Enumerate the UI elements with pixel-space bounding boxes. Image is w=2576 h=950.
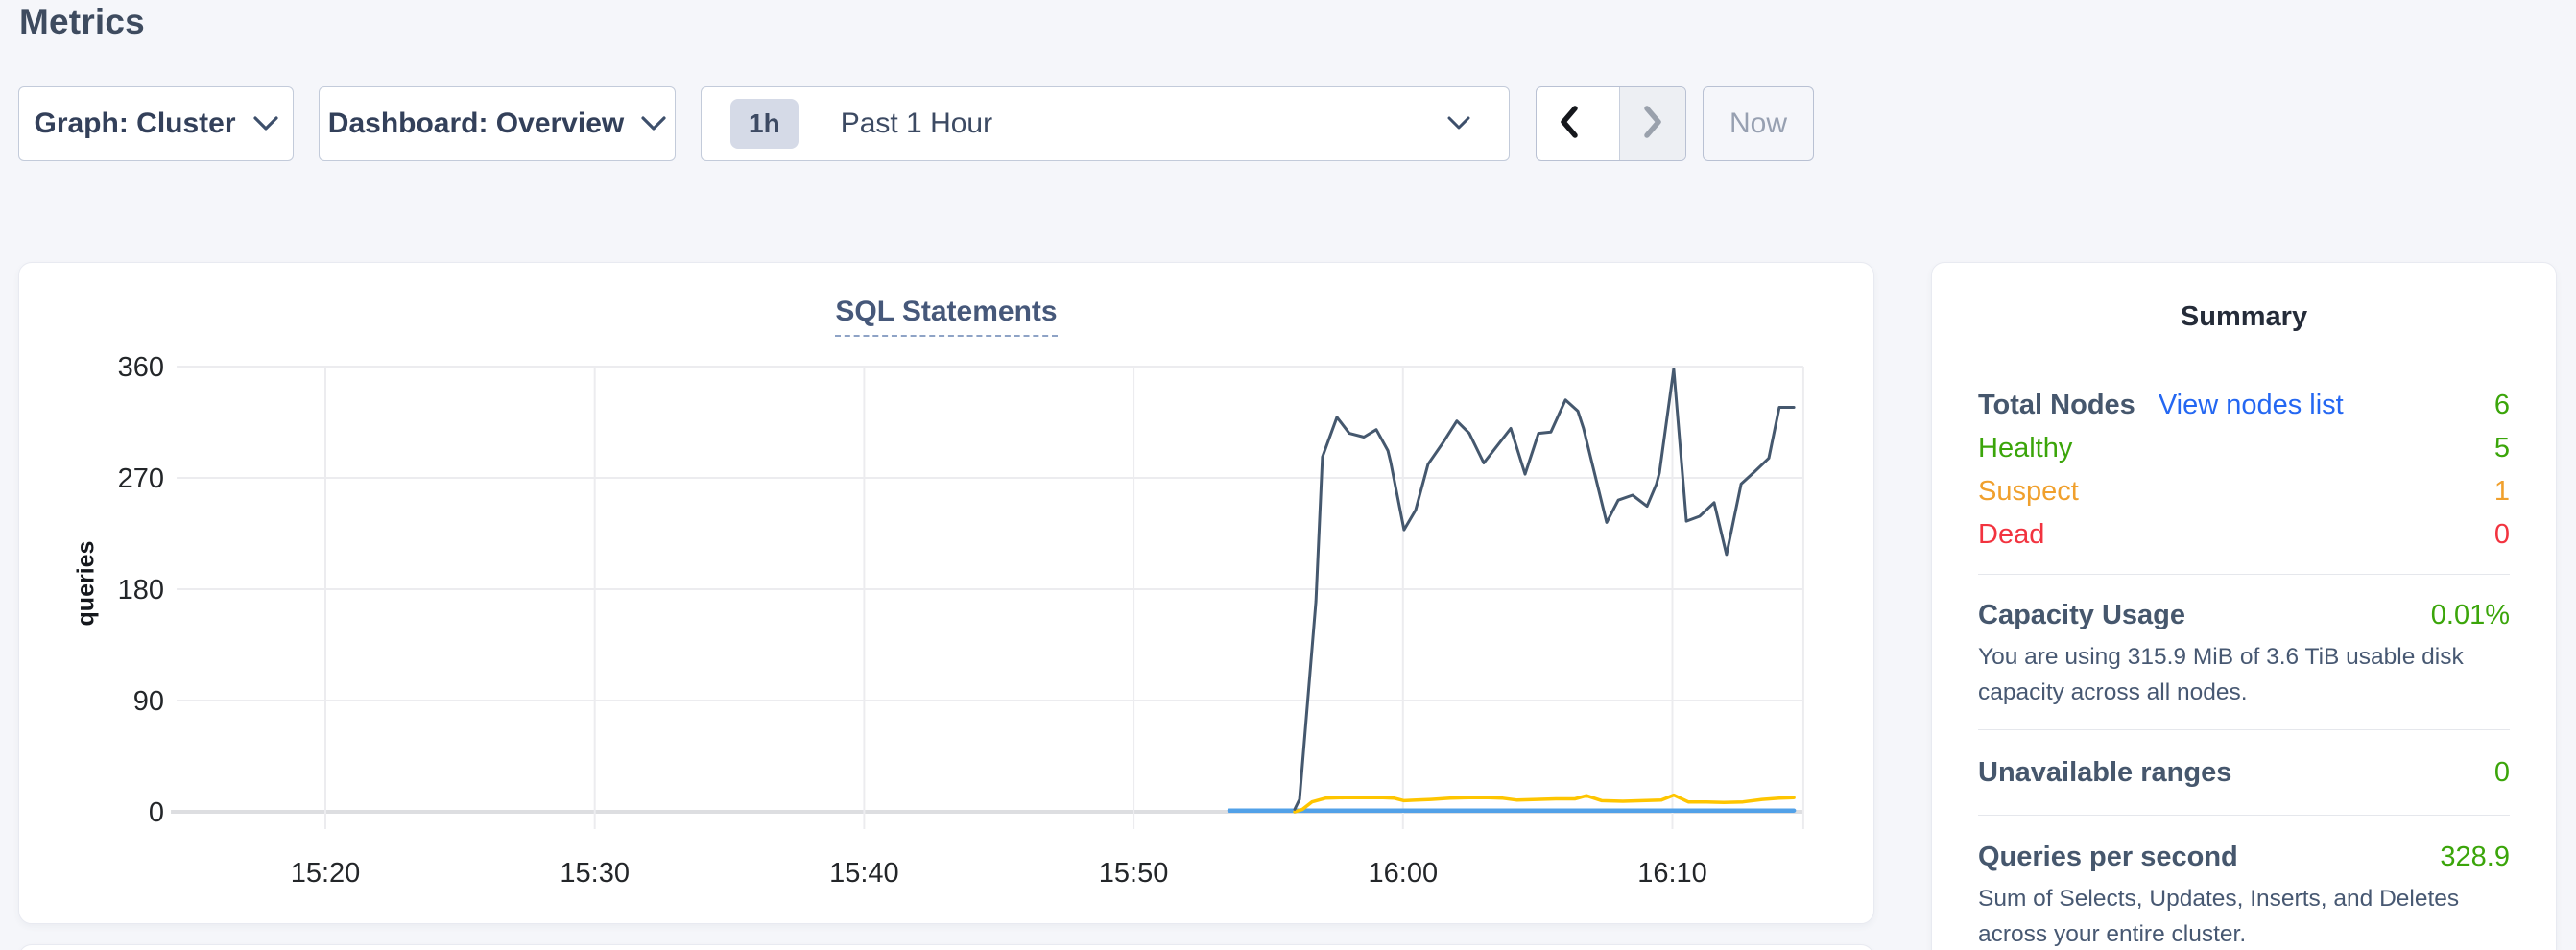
- unavailable-ranges-value: 0: [2494, 757, 2510, 789]
- y-tick-label: 90: [133, 686, 164, 717]
- divider: [1978, 729, 2510, 730]
- metrics-page: { "page": { "title": "Metrics" }, "toolb…: [0, 0, 2576, 950]
- capacity-usage-description: You are using 315.9 MiB of 3.6 TiB usabl…: [1978, 639, 2510, 710]
- chevron-down-icon: [641, 116, 666, 136]
- graph-dropdown-label: Graph: Cluster: [34, 107, 235, 140]
- total-nodes-value: 6: [2494, 390, 2510, 421]
- page-title: Metrics: [19, 2, 145, 42]
- x-tick-label: 15:40: [829, 858, 899, 889]
- x-tick-label: 16:10: [1637, 858, 1707, 889]
- suspect-value: 1: [2494, 476, 2510, 508]
- dashboard-dropdown[interactable]: Dashboard: Overview: [319, 86, 676, 161]
- x-tick-label: 15:50: [1099, 858, 1169, 889]
- sql-statements-chart-card: SQL Statements queries 09018027036015:20…: [18, 262, 1874, 924]
- x-tick-label: 16:00: [1369, 858, 1439, 889]
- queries-per-second-description: Sum of Selects, Updates, Inserts, and De…: [1978, 881, 2510, 950]
- total-nodes-label-group: Total Nodes View nodes list: [1978, 390, 2344, 421]
- y-tick-label: 360: [118, 352, 164, 383]
- chevron-down-icon: [1447, 116, 1470, 135]
- queries-per-second-label: Queries per second: [1978, 842, 2238, 873]
- dead-nodes-row: Dead 0: [1978, 513, 2510, 557]
- unavailable-ranges-row: Unavailable ranges 0: [1978, 751, 2510, 795]
- next-time-button-disabled[interactable]: [1619, 87, 1685, 160]
- x-tick-label: 15:20: [291, 858, 361, 889]
- unavailable-ranges-label: Unavailable ranges: [1978, 757, 2231, 789]
- y-tick-label: 180: [118, 575, 164, 606]
- queries-per-second-value: 328.9: [2440, 842, 2510, 873]
- suspect-label: Suspect: [1978, 476, 2079, 508]
- time-range-label: Past 1 Hour: [841, 107, 992, 140]
- view-nodes-list-link[interactable]: View nodes list: [2159, 390, 2344, 420]
- healthy-label: Healthy: [1978, 433, 2072, 464]
- summary-panel: Summary Total Nodes View nodes list 6 Hea…: [1931, 262, 2557, 950]
- previous-time-button[interactable]: [1537, 87, 1602, 160]
- queries-per-second-row: Queries per second 328.9: [1978, 836, 2510, 879]
- sql-statements-chart[interactable]: 0 90 180 270 360 15:20 15:30 15:40 15:50 16:00 16:…: [19, 263, 1875, 925]
- x-tick-label: 15:30: [560, 858, 630, 889]
- dead-value: 0: [2494, 519, 2510, 551]
- y-tick-label: 270: [118, 463, 164, 494]
- now-button-label: Now: [1729, 107, 1787, 140]
- total-nodes-label: Total Nodes: [1978, 390, 2135, 420]
- chevron-left-icon: [1555, 104, 1584, 145]
- time-nav-group: [1536, 86, 1686, 161]
- chevron-right-icon: [1638, 104, 1667, 145]
- capacity-usage-row: Capacity Usage 0.01%: [1978, 594, 2510, 637]
- capacity-usage-value: 0.01%: [2431, 600, 2510, 631]
- summary-title: Summary: [1978, 301, 2510, 334]
- divider: [1978, 815, 2510, 816]
- capacity-usage-label: Capacity Usage: [1978, 600, 2185, 631]
- divider: [1978, 574, 2510, 575]
- total-nodes-row: Total Nodes View nodes list 6: [1978, 384, 2510, 427]
- time-range-selector[interactable]: 1h Past 1 Hour: [701, 86, 1510, 161]
- chevron-down-icon: [253, 116, 278, 136]
- graph-dropdown[interactable]: Graph: Cluster: [18, 86, 294, 161]
- now-button[interactable]: Now: [1703, 86, 1814, 161]
- y-tick-label: 0: [149, 797, 164, 828]
- suspect-nodes-row: Suspect 1: [1978, 470, 2510, 513]
- healthy-value: 5: [2494, 433, 2510, 464]
- time-range-badge: 1h: [730, 99, 799, 149]
- dashboard-dropdown-label: Dashboard: Overview: [328, 107, 624, 140]
- next-chart-card-edge: [18, 944, 1874, 950]
- dead-label: Dead: [1978, 519, 2044, 551]
- healthy-nodes-row: Healthy 5: [1978, 427, 2510, 470]
